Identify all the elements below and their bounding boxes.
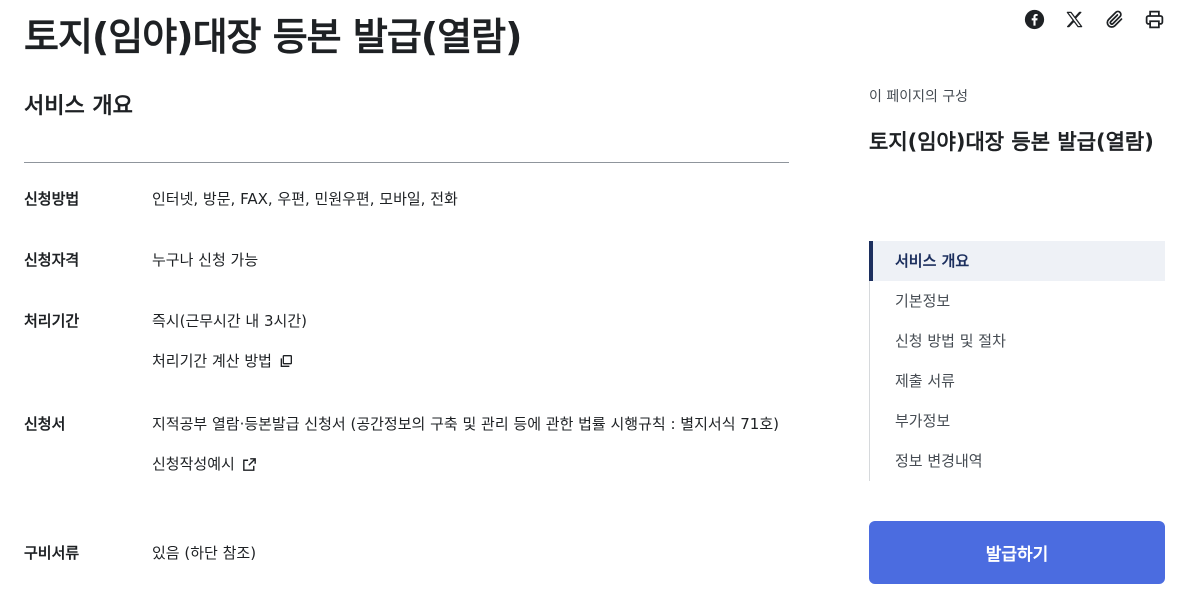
info-value: 즉시(근무시간 내 3시간) xyxy=(152,312,307,330)
printer-icon[interactable] xyxy=(1143,8,1165,30)
info-value-group: 즉시(근무시간 내 3시간) 처리기간 계산 방법 xyxy=(152,308,789,411)
toc-caption: 이 페이지의 구성 xyxy=(869,89,969,105)
link-label[interactable]: 신청작성예시 xyxy=(152,451,235,477)
share-toolbar xyxy=(1023,8,1165,30)
toc-item-overview[interactable]: 서비스 개요 xyxy=(869,241,1165,281)
info-value: 있음 (하단 참조) xyxy=(152,544,257,562)
section-heading-overview: 서비스 개요 xyxy=(24,94,133,119)
facebook-icon[interactable] xyxy=(1023,8,1045,30)
toc-item-basic-info[interactable]: 기본정보 xyxy=(870,281,1165,321)
toc-title: 토지(임야)대장 등본 발급(열람) xyxy=(869,130,1154,154)
page-title: 토지(임야)대장 등본 발급(열람) xyxy=(24,15,522,59)
copy-icon xyxy=(280,355,292,367)
toc-item-procedure[interactable]: 신청 방법 및 절차 xyxy=(870,321,1165,361)
section-divider xyxy=(24,162,789,163)
external-link-icon xyxy=(242,457,256,471)
info-label: 신청방법 xyxy=(24,190,80,208)
link-label[interactable]: 처리기간 계산 방법 xyxy=(152,348,272,374)
toc-item-documents[interactable]: 제출 서류 xyxy=(870,361,1165,401)
info-value-group: 지적공부 열람·등본발급 신청서 (공간정보의 구축 및 관리 등에 관한 법률… xyxy=(152,411,789,540)
info-row-application-form: 신청서 지적공부 열람·등본발급 신청서 (공간정보의 구축 및 관리 등에 관… xyxy=(24,411,789,540)
toc-item-change-history[interactable]: 정보 변경내역 xyxy=(870,441,1165,481)
info-row-method: 신청방법 인터넷, 방문, FAX, 우편, 민원우편, 모바일, 전화 xyxy=(24,186,789,247)
application-example-link[interactable]: 신청작성예시 xyxy=(152,451,789,477)
info-label: 신청자격 xyxy=(24,251,80,269)
info-label: 구비서류 xyxy=(24,544,80,562)
toc-item-additional-info[interactable]: 부가정보 xyxy=(870,401,1165,441)
info-label: 신청서 xyxy=(24,415,66,433)
processing-calc-link[interactable]: 처리기간 계산 방법 xyxy=(152,348,789,374)
info-row-processing: 처리기간 즉시(근무시간 내 3시간) 처리기간 계산 방법 xyxy=(24,308,789,411)
issue-button[interactable]: 발급하기 xyxy=(869,521,1165,584)
info-value: 지적공부 열람·등본발급 신청서 (공간정보의 구축 및 관리 등에 관한 법률… xyxy=(152,415,780,433)
x-twitter-icon[interactable] xyxy=(1063,8,1085,30)
info-value: 인터넷, 방문, FAX, 우편, 민원우편, 모바일, 전화 xyxy=(152,190,458,208)
info-row-eligibility: 신청자격 누구나 신청 가능 xyxy=(24,247,789,308)
toc-list: 서비스 개요 기본정보 신청 방법 및 절차 제출 서류 부가정보 정보 변경내… xyxy=(869,241,1165,481)
info-label: 처리기간 xyxy=(24,312,80,330)
overview-table: 신청방법 인터넷, 방문, FAX, 우편, 민원우편, 모바일, 전화 신청자… xyxy=(24,186,789,580)
page-toc: 이 페이지의 구성 토지(임야)대장 등본 발급(열람) 서비스 개요 기본정보… xyxy=(869,86,1165,481)
paperclip-icon[interactable] xyxy=(1103,8,1125,30)
info-value: 누구나 신청 가능 xyxy=(152,251,259,269)
info-row-documents: 구비서류 있음 (하단 참조) xyxy=(24,540,789,580)
